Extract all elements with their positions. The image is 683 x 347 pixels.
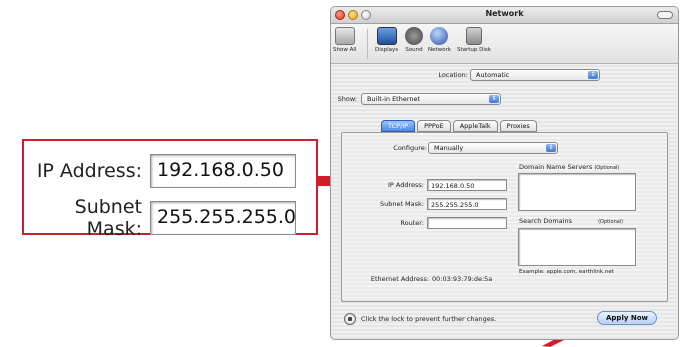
example-text: Example: apple.com, earthlink.net bbox=[519, 269, 614, 275]
displays-icon bbox=[376, 27, 397, 45]
toolbar-item-displays[interactable]: Displays bbox=[375, 27, 398, 53]
router-label: Router: bbox=[400, 219, 424, 227]
show-label: Show: bbox=[337, 95, 357, 103]
show-value: Built-in Ethernet bbox=[367, 95, 421, 103]
tab-pppoe[interactable]: PPPoE bbox=[417, 120, 451, 132]
callout-ip-label: IP Address: bbox=[36, 160, 142, 182]
subnet-mask-label: Subnet Mask: bbox=[379, 200, 424, 208]
show-all-button[interactable]: Show All bbox=[333, 27, 356, 53]
search-domains-label: Search Domains bbox=[519, 217, 573, 225]
tab-proxies[interactable]: Proxies bbox=[499, 120, 537, 132]
configure-label: Configure: bbox=[393, 144, 427, 152]
toolbar-item-sound[interactable]: Sound bbox=[405, 27, 423, 53]
callout-mask-label: Subnet Mask: bbox=[74, 196, 142, 240]
network-globe-icon bbox=[430, 27, 449, 45]
toolbar-separator bbox=[367, 29, 368, 59]
toolbar: Show All Displays Sound Network Startup … bbox=[331, 24, 678, 64]
zoom-callout: IP Address: 192.168.0.50 Subnet Mask: 25… bbox=[22, 139, 318, 240]
tab-appletalk[interactable]: AppleTalk bbox=[452, 120, 498, 132]
network-label: Network bbox=[428, 47, 451, 53]
callout-mask-row: Subnet Mask: 255.255.255.0 bbox=[24, 196, 296, 240]
toolbar-toggle-button[interactable] bbox=[657, 11, 673, 19]
popup-arrows-icon: ⇕ bbox=[489, 95, 499, 103]
location-popup[interactable]: Automatic ⇕ bbox=[470, 69, 600, 81]
dns-header: Domain Name Servers (Optional) bbox=[519, 163, 664, 171]
toolbar-item-startup-disk[interactable]: Startup Disk bbox=[457, 27, 491, 53]
displays-label: Displays bbox=[375, 47, 399, 53]
search-domains-field[interactable] bbox=[518, 228, 636, 266]
lock-text: Click the lock to prevent further change… bbox=[361, 315, 497, 323]
lock-icon[interactable] bbox=[344, 313, 356, 325]
search-domains-header: Search Domains (Optional) bbox=[519, 217, 664, 225]
search-domains-optional: (Optional) bbox=[598, 219, 624, 225]
location-label: Location: bbox=[438, 71, 468, 79]
tab-bar: TCP/IP PPPoE AppleTalk Proxies bbox=[381, 120, 537, 132]
popup-arrows-icon: ⇕ bbox=[588, 71, 598, 79]
callout-ip-row: IP Address: 192.168.0.50 bbox=[24, 154, 296, 188]
dns-optional: (Optional) bbox=[594, 165, 620, 171]
startup-disk-icon bbox=[465, 27, 482, 45]
configure-value: Manually bbox=[434, 144, 464, 152]
apple-prefs-icon bbox=[334, 27, 355, 45]
show-popup[interactable]: Built-in Ethernet ⇕ bbox=[361, 93, 501, 105]
tab-tcpip[interactable]: TCP/IP bbox=[381, 120, 416, 132]
network-window: Network Show All Displays Sound Network … bbox=[330, 6, 679, 340]
popup-arrows-icon: ⇕ bbox=[546, 144, 556, 152]
callout-mask-field: 255.255.255.0 bbox=[150, 201, 296, 235]
ip-field[interactable]: 192.168.0.50 bbox=[427, 179, 507, 191]
ethernet-label: Ethernet Address: bbox=[370, 275, 429, 283]
tcpip-panel: Configure: Manually ⇕ Domain Name Server… bbox=[341, 132, 668, 302]
configure-popup[interactable]: Manually ⇕ bbox=[428, 142, 558, 154]
apply-now-button[interactable]: Apply Now bbox=[597, 311, 657, 325]
dns-field[interactable] bbox=[518, 173, 636, 211]
sound-icon bbox=[405, 27, 423, 45]
title-bar[interactable]: Network bbox=[331, 7, 678, 24]
toolbar-item-network[interactable]: Network bbox=[428, 27, 451, 53]
show-all-label: Show All bbox=[333, 47, 357, 53]
dns-label: Domain Name Servers bbox=[519, 163, 593, 171]
subnet-mask-field[interactable]: 255.255.255.0 bbox=[427, 198, 507, 210]
window-title: Network bbox=[485, 9, 524, 18]
ethernet-value: 00:03:93:79:de:5a bbox=[432, 275, 493, 283]
location-value: Automatic bbox=[476, 71, 510, 79]
ip-label: IP Address: bbox=[388, 181, 424, 189]
callout-ip-field: 192.168.0.50 bbox=[150, 154, 296, 188]
startup-disk-label: Startup Disk bbox=[457, 47, 491, 53]
router-field[interactable] bbox=[427, 217, 507, 229]
sound-label: Sound bbox=[405, 47, 423, 53]
